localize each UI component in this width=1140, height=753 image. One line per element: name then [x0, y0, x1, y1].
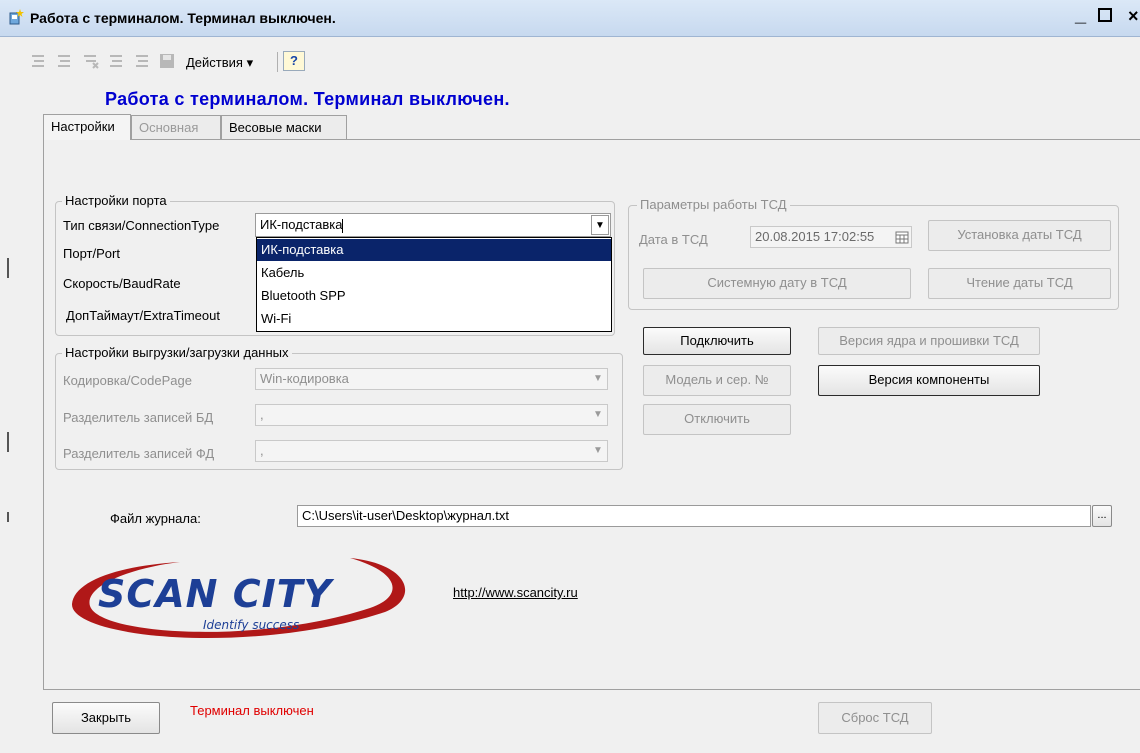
- window-titlebar: Работа с терминалом. Терминал выключен. …: [0, 0, 1140, 37]
- toolbar-list-edit-icon[interactable]: [108, 52, 126, 70]
- toolbar-save-icon[interactable]: [158, 52, 176, 70]
- tsd-date-label: Дата в ТСД: [639, 232, 708, 247]
- tab-main[interactable]: Основная: [131, 115, 221, 139]
- option-bluetooth[interactable]: Bluetooth SPP: [257, 285, 611, 307]
- baud-rate-label: Скорость/BaudRate: [63, 276, 181, 291]
- option-wifi[interactable]: Wi-Fi: [257, 308, 611, 330]
- tsd-params-title: Параметры работы ТСД: [637, 197, 790, 212]
- reset-tsd-button[interactable]: Сброс ТСД: [818, 702, 932, 734]
- browse-button[interactable]: ...: [1092, 505, 1112, 527]
- window-title: Работа с терминалом. Терминал выключен.: [30, 10, 336, 26]
- port-label: Порт/Port: [63, 246, 120, 261]
- firmware-version-button[interactable]: Версия ядра и прошивки ТСД: [818, 327, 1040, 355]
- toolbar-list-icon[interactable]: [30, 52, 48, 70]
- page-title: Работа с терминалом. Терминал выключен.: [105, 89, 510, 109]
- tsd-date-field[interactable]: 20.08.2015 17:02:55: [750, 226, 912, 248]
- toolbar-list-add-icon[interactable]: [56, 52, 74, 70]
- toolbar-list-check-icon[interactable]: [134, 52, 152, 70]
- maximize-button[interactable]: [1098, 8, 1112, 22]
- calendar-icon[interactable]: [895, 231, 909, 244]
- db-separator-select[interactable]: , ▼: [255, 404, 608, 426]
- codepage-value: Win-кодировка: [260, 371, 349, 386]
- connection-type-label: Тип связи/ConnectionType: [63, 218, 220, 233]
- status-text: Терминал выключен: [190, 703, 314, 718]
- log-file-label: Файл журнала:: [110, 511, 201, 526]
- option-ir-cradle[interactable]: ИК-подставка: [257, 239, 611, 261]
- connect-button[interactable]: Подключить: [643, 327, 791, 355]
- tab-weight-masks[interactable]: Весовые маски: [221, 115, 347, 139]
- text-cursor: [342, 218, 344, 233]
- logo-name: SCAN CITY: [98, 572, 333, 616]
- codepage-select[interactable]: Win-кодировка ▼: [255, 368, 608, 390]
- tab-settings[interactable]: Настройки: [43, 114, 131, 140]
- help-button[interactable]: ?: [283, 51, 305, 71]
- option-cable[interactable]: Кабель: [257, 262, 611, 284]
- tsd-date-value: 20.08.2015 17:02:55: [755, 229, 875, 244]
- fd-separator-label: Разделитель записей ФД: [63, 446, 215, 461]
- port-settings-title: Настройки порта: [62, 193, 170, 208]
- chevron-down-icon[interactable]: ▼: [589, 369, 607, 389]
- read-tsd-date-button[interactable]: Чтение даты ТСД: [928, 268, 1111, 299]
- component-version-button[interactable]: Версия компоненты: [818, 365, 1040, 396]
- website-link[interactable]: http://www.scancity.ru: [453, 585, 578, 600]
- system-date-to-tsd-button[interactable]: Системную дату в ТСД: [643, 268, 911, 299]
- connection-type-value: ИК-подставка: [260, 217, 343, 232]
- edge-mark: [7, 432, 9, 452]
- minimize-button[interactable]: _: [1075, 4, 1086, 27]
- model-serial-button[interactable]: Модель и сер. №: [643, 365, 791, 396]
- terminal-app-icon: [9, 9, 24, 25]
- db-separator-value: ,: [260, 407, 264, 422]
- close-window-button[interactable]: ×: [1128, 6, 1139, 27]
- fd-separator-value: ,: [260, 443, 264, 458]
- edge-mark: [7, 258, 9, 278]
- scancity-logo: SCAN CITY Identify success: [60, 546, 415, 650]
- actions-menu[interactable]: Действия ▾: [186, 55, 253, 71]
- close-button[interactable]: Закрыть: [52, 702, 160, 734]
- db-separator-label: Разделитель записей БД: [63, 410, 214, 425]
- fd-separator-select[interactable]: , ▼: [255, 440, 608, 462]
- toolbar-separator: [277, 52, 278, 72]
- connection-type-options: ИК-подставка Кабель Bluetooth SPP Wi-Fi: [256, 237, 612, 332]
- export-settings-title: Настройки выгрузки/загрузки данных: [62, 345, 292, 360]
- edge-mark: [7, 512, 9, 522]
- chevron-down-icon[interactable]: ▼: [589, 441, 607, 461]
- logo-slogan: Identify success: [203, 618, 300, 632]
- log-file-input[interactable]: C:\Users\it-user\Desktop\журнал.txt: [297, 505, 1091, 527]
- extra-timeout-label: ДопТаймаут/ExtraTimeout: [66, 308, 220, 323]
- disconnect-button[interactable]: Отключить: [643, 404, 791, 435]
- connection-type-select[interactable]: ИК-подставка ▼: [255, 213, 611, 237]
- chevron-down-icon[interactable]: ▼: [589, 405, 607, 425]
- codepage-label: Кодировка/CodePage: [63, 373, 192, 388]
- set-tsd-date-button[interactable]: Установка даты ТСД: [928, 220, 1111, 251]
- chevron-down-icon[interactable]: ▼: [591, 215, 609, 235]
- toolbar-list-remove-icon[interactable]: [82, 52, 100, 70]
